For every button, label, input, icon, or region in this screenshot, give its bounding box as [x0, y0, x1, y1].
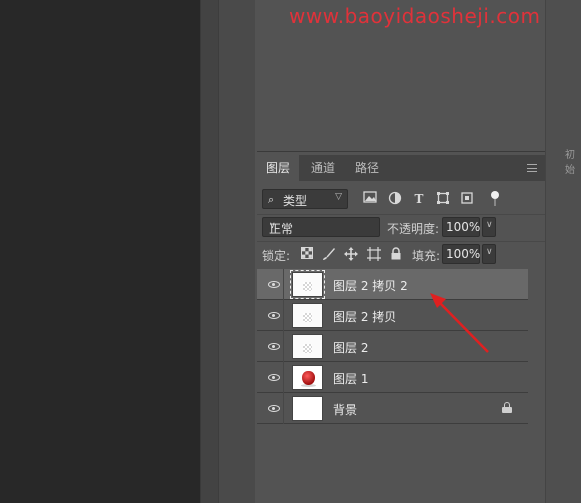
annotation-arrow [430, 293, 489, 353]
